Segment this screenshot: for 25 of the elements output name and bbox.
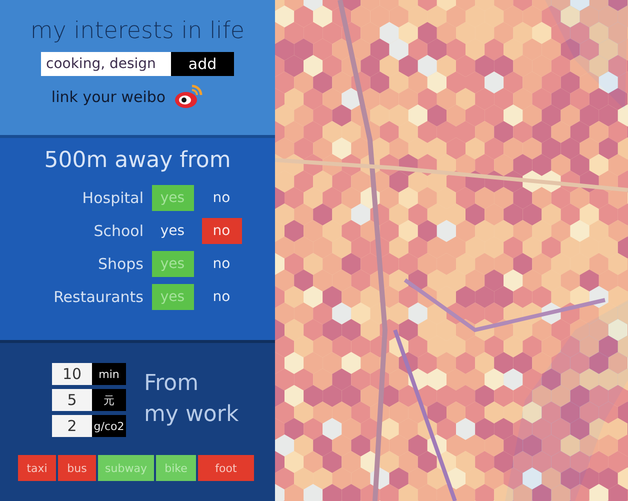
amenity-label: Restaurants (52, 288, 144, 306)
unit-label: 元 (92, 389, 126, 411)
eye-logo-icon[interactable] (174, 84, 204, 110)
transport-mode-toggle[interactable]: foot (198, 455, 254, 481)
amenity-label: Hospital (81, 188, 144, 206)
no-toggle[interactable]: no (202, 184, 242, 210)
interests-title: my interests in life (30, 18, 245, 44)
yes-toggle[interactable]: yes (152, 218, 194, 244)
interests-input-field[interactable]: cooking, design (41, 52, 171, 76)
weibo-link[interactable]: link your weibo (51, 88, 166, 106)
no-toggle[interactable]: no (202, 250, 242, 276)
transport-mode-toggle[interactable]: taxi (18, 455, 56, 481)
value-field[interactable]: 2 (52, 415, 92, 437)
amenity-label: School (92, 222, 144, 240)
unit-label: min (92, 363, 126, 385)
amenity-label: Shops (96, 254, 144, 272)
transport-mode-toggle[interactable]: bus (58, 455, 96, 481)
no-toggle[interactable]: no (202, 284, 242, 310)
from-work-title: From my work (144, 370, 239, 429)
no-toggle[interactable]: no (202, 218, 242, 244)
unit-label: g/co2 (92, 415, 126, 437)
value-field[interactable]: 10 (52, 363, 92, 385)
distance-title: 500m away from (44, 148, 231, 173)
value-field[interactable]: 5 (52, 389, 92, 411)
add-button[interactable]: add (171, 52, 234, 76)
